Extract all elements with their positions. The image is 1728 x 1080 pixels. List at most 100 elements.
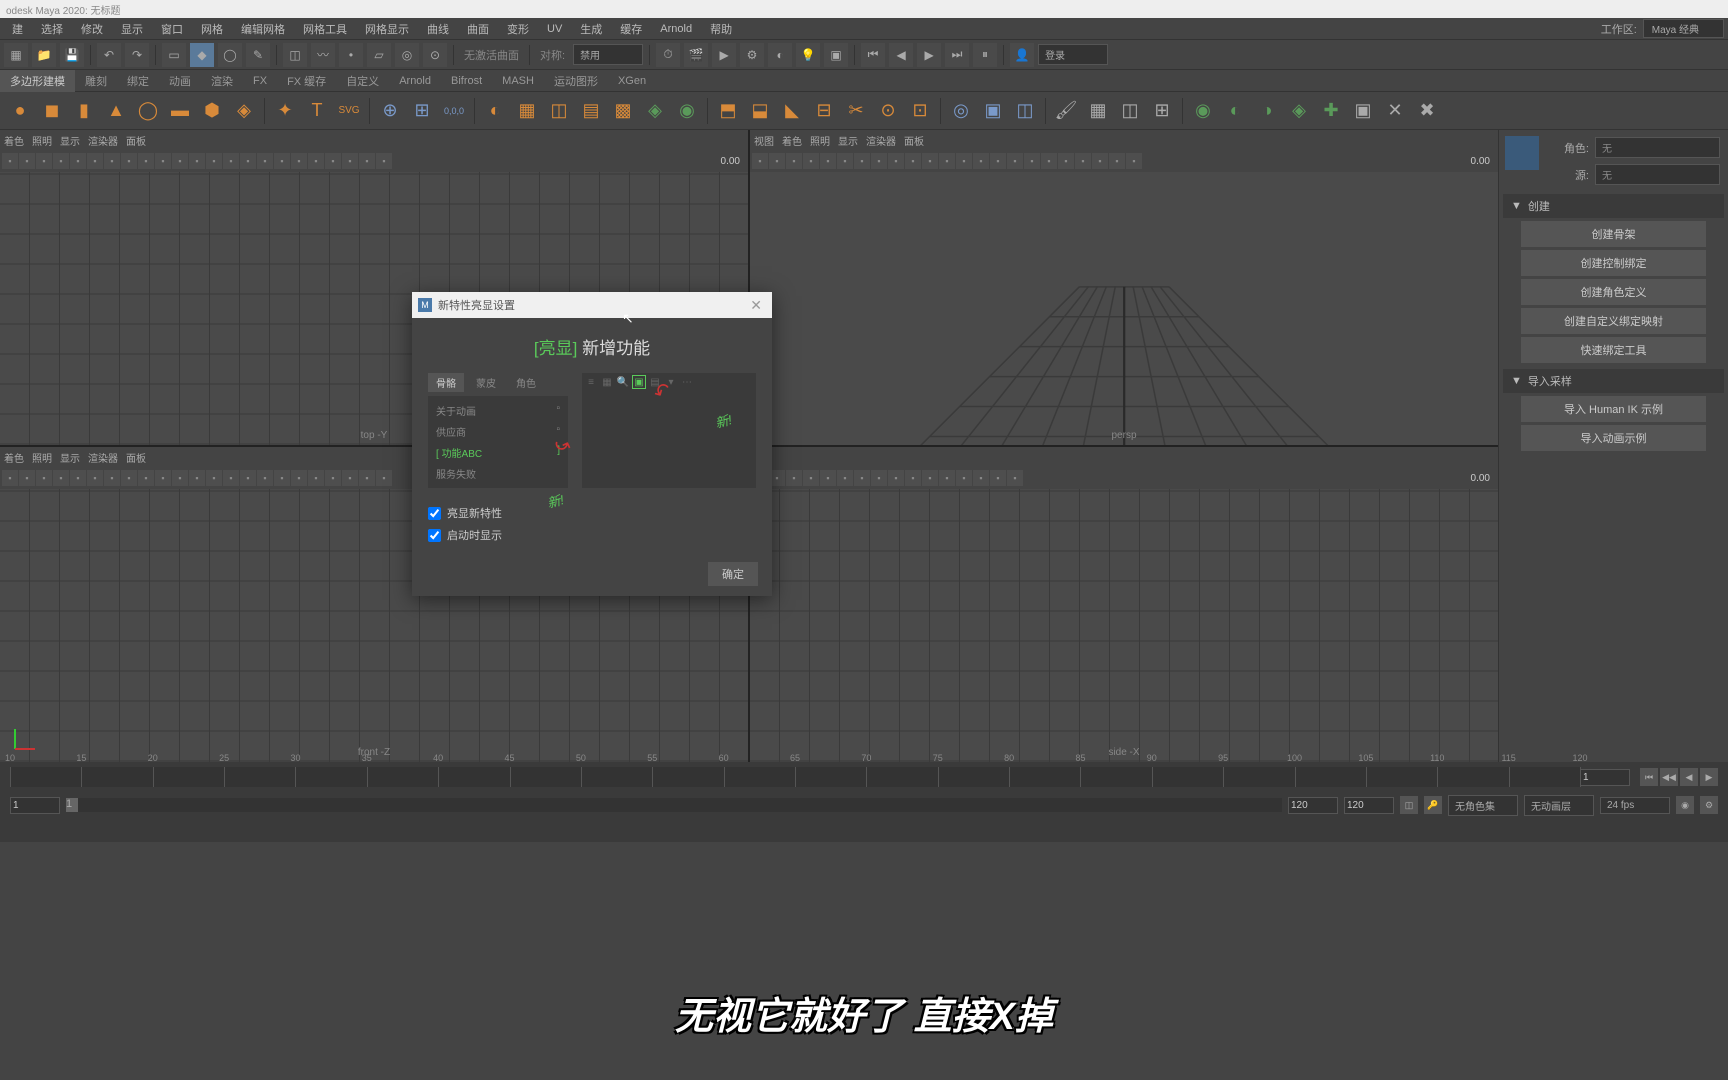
vp-tool-icon[interactable]: ▪ <box>956 153 972 169</box>
vp-tool-icon[interactable]: ▪ <box>257 153 273 169</box>
vp-tool-icon[interactable]: ▪ <box>36 153 52 169</box>
multicut-icon[interactable]: ✂ <box>842 97 870 125</box>
vp-menu[interactable]: 面板 <box>904 133 924 148</box>
vp-menu[interactable]: 显示 <box>838 133 858 148</box>
vp-tool-icon[interactable]: ▪ <box>820 470 836 486</box>
account-icon[interactable]: 👤 <box>1010 43 1034 67</box>
vp-tool-icon[interactable]: ▪ <box>837 153 853 169</box>
vp-tool-icon[interactable]: ▪ <box>871 470 887 486</box>
vp-tool-icon[interactable]: ▪ <box>342 153 358 169</box>
vp-menu[interactable]: 着色 <box>4 133 24 148</box>
list-item[interactable]: 关于动画▫ <box>432 400 564 421</box>
snap-curve-icon[interactable]: 〰 <box>311 43 335 67</box>
menu-item[interactable]: 网格 <box>193 19 231 39</box>
play-back-icon[interactable]: ◀ <box>1680 768 1698 786</box>
snap-live-icon[interactable]: ⊙ <box>423 43 447 67</box>
shelf-tab[interactable]: 雕刻 <box>75 70 117 92</box>
vp-tool-icon[interactable]: ▪ <box>922 153 938 169</box>
shelf-tab[interactable]: FX <box>243 72 277 90</box>
select-icon[interactable]: ▭ <box>162 43 186 67</box>
vp-tool-icon[interactable]: ▪ <box>342 470 358 486</box>
vp-tool-icon[interactable]: ▪ <box>291 153 307 169</box>
vp-menu[interactable]: 面板 <box>126 133 146 148</box>
vp-tool-icon[interactable]: ▪ <box>905 153 921 169</box>
play-back-icon[interactable]: ◀ <box>889 43 913 67</box>
vp-tool-icon[interactable]: ▪ <box>206 153 222 169</box>
range-tool-icon[interactable]: ◫ <box>1400 796 1418 814</box>
bevel-icon[interactable]: ◣ <box>778 97 806 125</box>
vp-tool-icon[interactable]: ▪ <box>990 470 1006 486</box>
vp-tool-icon[interactable]: ▪ <box>53 470 69 486</box>
delete-edge-icon[interactable]: ✖ <box>1413 97 1441 125</box>
vp-tool-icon[interactable]: ▪ <box>973 470 989 486</box>
role-dropdown[interactable]: 无 <box>1595 137 1720 158</box>
vp-tool-icon[interactable]: ▪ <box>376 153 392 169</box>
uv-auto-icon[interactable]: ⊞ <box>1148 97 1176 125</box>
vp-tool-icon[interactable]: ▪ <box>1007 153 1023 169</box>
list-item[interactable]: 供应商▫ <box>432 421 564 442</box>
autokey-icon[interactable]: ◉ <box>1676 796 1694 814</box>
vp-tool-icon[interactable]: ▪ <box>1092 153 1108 169</box>
vp-tool-icon[interactable]: ▪ <box>257 470 273 486</box>
vp-menu[interactable]: 照明 <box>810 133 830 148</box>
uv-planar-icon[interactable]: ◫ <box>1116 97 1144 125</box>
vp-tool-icon[interactable]: ▪ <box>138 153 154 169</box>
menu-item[interactable]: 显示 <box>113 19 151 39</box>
vp-tool-icon[interactable]: ▪ <box>325 153 341 169</box>
vp-tool-icon[interactable]: ▪ <box>70 153 86 169</box>
import-humanik-button[interactable]: 导入 Human IK 示例 <box>1521 396 1706 422</box>
vp-tool-icon[interactable]: ▪ <box>752 153 768 169</box>
animlayer-dropdown[interactable]: 无动画层 <box>1524 795 1594 816</box>
vp-menu[interactable]: 照明 <box>32 133 52 148</box>
step-back-icon[interactable]: ◀◀ <box>1660 768 1678 786</box>
shelf-tab[interactable]: 多边形建模 <box>0 70 75 92</box>
vp-tool-icon[interactable]: ▪ <box>905 470 921 486</box>
timeline[interactable]: 1015202530354045505560657075808590951001… <box>0 762 1728 792</box>
vp-menu[interactable]: 显示 <box>60 133 80 148</box>
range-end2-input[interactable] <box>1344 797 1394 814</box>
workspace-dropdown[interactable]: Maya 经典 <box>1643 19 1724 38</box>
vp-tool-icon[interactable]: ▪ <box>1058 153 1074 169</box>
render-settings-icon[interactable]: ⚙ <box>740 43 764 67</box>
menu-item[interactable]: 生成 <box>572 19 610 39</box>
viewport-canvas[interactable]: side -X <box>750 489 1498 762</box>
pause-icon[interactable]: ⏸ <box>973 43 997 67</box>
vp-tool-icon[interactable]: ▪ <box>155 153 171 169</box>
save-icon[interactable]: 💾 <box>60 43 84 67</box>
construction-history-icon[interactable]: ⏱ <box>656 43 680 67</box>
shelf-tab[interactable]: 绑定 <box>117 70 159 92</box>
shelf-tab[interactable]: Arnold <box>389 72 441 90</box>
search-icon[interactable]: 🔍 <box>616 375 630 389</box>
menu-item[interactable]: 网格显示 <box>357 19 417 39</box>
section-create-header[interactable]: ▼创建 <box>1503 194 1724 218</box>
more-icon[interactable]: ⋯ <box>680 375 694 389</box>
menu-item[interactable]: 网格工具 <box>295 19 355 39</box>
shelf-tab[interactable]: Bifrost <box>441 72 492 90</box>
select-mode-icon[interactable]: ◆ <box>190 43 214 67</box>
uv-editor-icon[interactable]: ▦ <box>1084 97 1112 125</box>
go-start-icon[interactable]: ⏮ <box>1640 768 1658 786</box>
vp-tool-icon[interactable]: ▪ <box>973 153 989 169</box>
create-char-def-button[interactable]: 创建角色定义 <box>1521 279 1706 305</box>
vp-tool-icon[interactable]: ▪ <box>325 470 341 486</box>
vp-tool-icon[interactable]: ▪ <box>155 470 171 486</box>
snap-together-icon[interactable]: ⊕ <box>376 97 404 125</box>
vp-tool-icon[interactable]: ▪ <box>837 470 853 486</box>
shelf-tab[interactable]: MASH <box>492 72 544 90</box>
vp-tool-icon[interactable]: ▪ <box>854 153 870 169</box>
vp-tool-icon[interactable]: ▪ <box>19 470 35 486</box>
vp-tool-icon[interactable]: ▪ <box>1075 153 1091 169</box>
poly-plane-icon[interactable]: ▬ <box>166 97 194 125</box>
vp-menu[interactable]: 显示 <box>60 450 80 465</box>
vp-tool-icon[interactable]: ▪ <box>376 470 392 486</box>
prefs-icon[interactable]: ⚙ <box>1700 796 1718 814</box>
menu-item[interactable]: 曲线 <box>419 19 457 39</box>
range-slider[interactable]: 1 <box>66 798 1282 812</box>
vp-tool-icon[interactable]: ▪ <box>786 470 802 486</box>
dialog-tab[interactable]: 骨骼 <box>428 373 464 392</box>
vp-tool-icon[interactable]: ▪ <box>274 153 290 169</box>
vp-tool-icon[interactable]: ▪ <box>87 470 103 486</box>
light-editor-icon[interactable]: 💡 <box>796 43 820 67</box>
quad-draw-icon[interactable]: ◈ <box>641 97 669 125</box>
hypershade-icon[interactable]: ◐ <box>768 43 792 67</box>
